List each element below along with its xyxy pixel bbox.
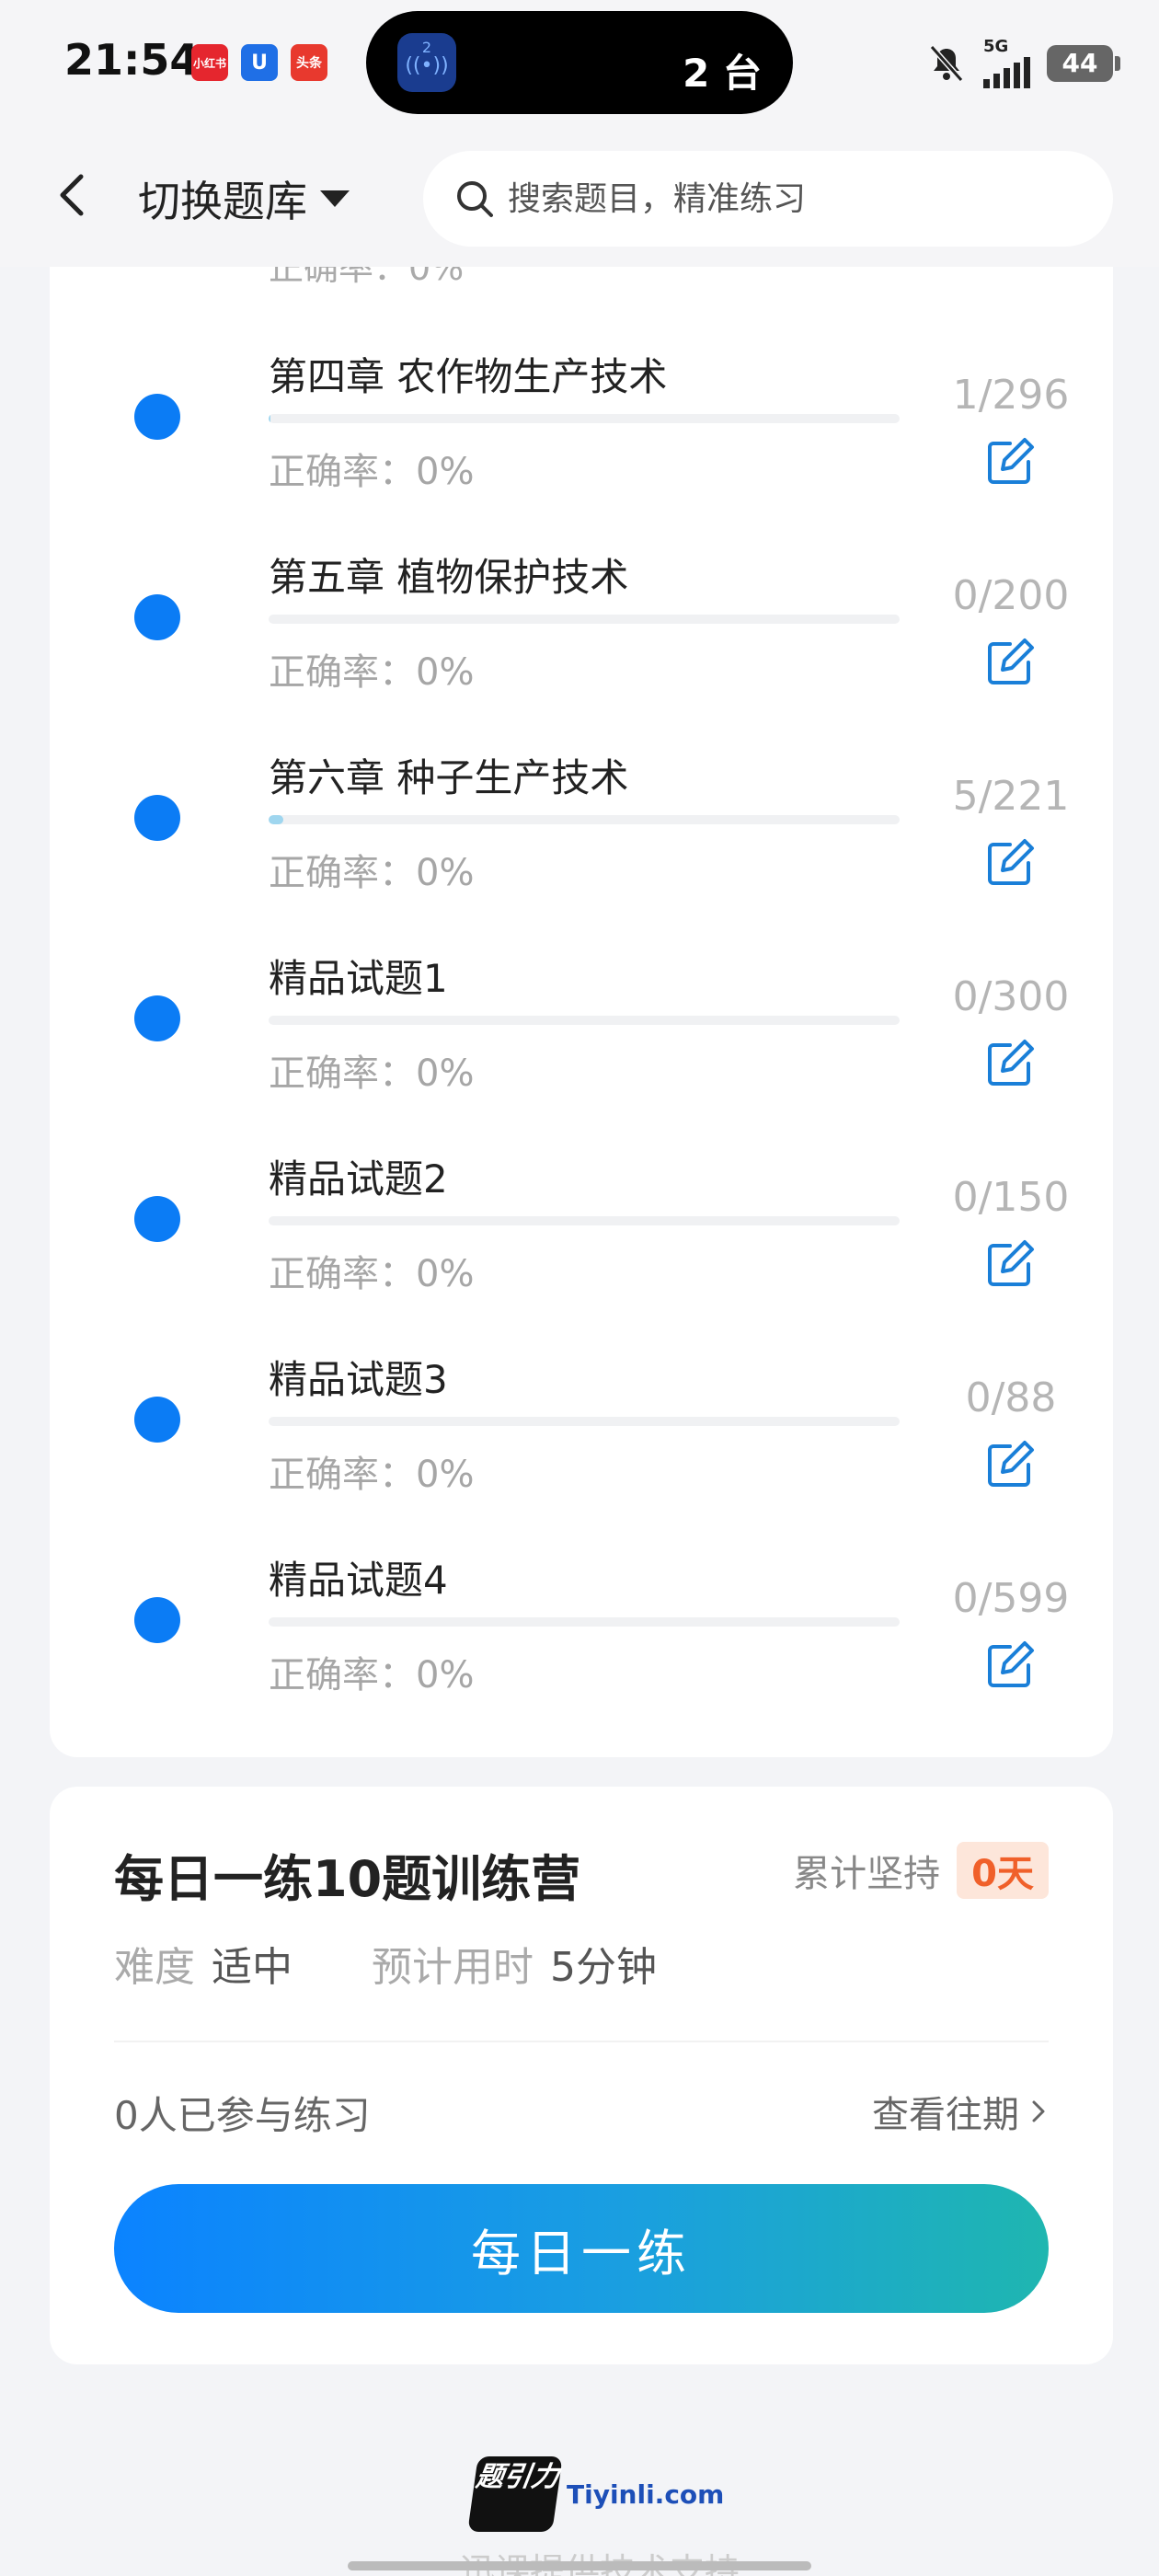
progress-bar <box>269 615 900 624</box>
edit-practice-icon[interactable] <box>982 1437 1038 1492</box>
chapter-progress-count: 0/300 <box>952 973 1070 1020</box>
edit-practice-icon[interactable] <box>982 1236 1038 1292</box>
divider <box>114 2041 1049 2042</box>
edit-practice-icon[interactable] <box>982 1638 1038 1693</box>
chapter-accuracy: 正确率：0% <box>269 1253 475 1295</box>
chapter-dot-icon <box>134 1397 180 1443</box>
chapter-accuracy: 正确率：0% <box>269 651 475 694</box>
daily-practice-button[interactable]: 每日一练 <box>114 2184 1049 2313</box>
daily-practice-title: 每日一练10题训练营 <box>114 1850 581 1908</box>
daily-practice-card: 每日一练10题训练营 累计坚持 0天 难度 适中 预计用时 5分钟 0人已参与练… <box>50 1787 1113 2364</box>
island-device-count: 2 台 <box>683 51 762 96</box>
chapter-title: 第五章 植物保护技术 <box>269 555 629 600</box>
time-label: 预计用时 <box>372 1944 534 1991</box>
cellular-signal: 5G <box>983 39 1030 88</box>
battery-icon: 44 <box>1047 45 1120 82</box>
chapter-row[interactable]: 精品试题2 正确率：0% 0/150 <box>50 1128 1113 1328</box>
edit-practice-icon[interactable] <box>982 434 1038 489</box>
chapter-accuracy: 正确率：0% <box>269 852 475 894</box>
participants-count: 0人已参与练习 <box>114 2093 371 2138</box>
chapter-title: 精品试题4 <box>269 1558 448 1603</box>
top-nav: 切换题库 <box>0 129 1159 267</box>
accuracy-partial: 正确率：0% <box>269 267 465 288</box>
chapter-progress-count: 0/88 <box>965 1374 1057 1421</box>
chapter-row[interactable]: 精品试题4 正确率：0% 0/599 <box>50 1529 1113 1730</box>
streak: 累计坚持 0天 <box>793 1842 1049 1899</box>
streak-badge: 0天 <box>957 1842 1049 1899</box>
daily-meta: 难度 适中 预计用时 5分钟 <box>114 1934 736 1993</box>
chapter-list: 正确率：0% 第四章 农作物生产技术 正确率：0% 1/296 第五章 植物保护… <box>50 267 1113 1757</box>
streak-label: 累计坚持 <box>793 1853 941 1895</box>
chapter-title: 精品试题2 <box>269 1156 448 1202</box>
status-icons: 5G 44 <box>926 39 1120 88</box>
search-bar[interactable] <box>423 151 1113 247</box>
chapter-dot-icon <box>134 995 180 1041</box>
chevron-right-icon <box>1032 2100 1045 2122</box>
status-bar: 21:54 小红书 U 头条 2 ((•)) 2 台 5G 44 <box>0 0 1159 129</box>
clock: 21:54 <box>64 35 200 85</box>
progress-bar <box>269 1617 900 1627</box>
search-input[interactable] <box>508 179 1060 218</box>
switch-question-bank-button[interactable]: 切换题库 <box>138 166 350 232</box>
edit-practice-icon[interactable] <box>982 835 1038 891</box>
tech-support-note: 迅课提供技术支持 <box>460 2543 740 2576</box>
progress-bar <box>269 815 900 824</box>
xiaohongshu-app-icon: 小红书 <box>191 44 228 81</box>
tiyinli-logo-icon: 题引力 <box>467 2456 563 2532</box>
bell-off-icon <box>929 45 964 82</box>
chapter-progress-count: 1/296 <box>952 372 1070 419</box>
progress-bar <box>269 1417 900 1426</box>
chapter-dot-icon <box>134 1196 180 1242</box>
view-history-link[interactable]: 查看往期 <box>872 2085 1049 2138</box>
chapter-row[interactable]: 第四章 农作物生产技术 正确率：0% 1/296 <box>50 326 1113 526</box>
edit-practice-icon[interactable] <box>982 635 1038 690</box>
chapter-title: 第四章 农作物生产技术 <box>269 354 668 399</box>
chapter-title: 第六章 种子生产技术 <box>269 755 629 800</box>
progress-bar <box>269 1216 900 1225</box>
caret-down-icon <box>320 190 350 207</box>
dynamic-island[interactable]: 2 ((•)) 2 台 <box>366 11 793 114</box>
chapter-row[interactable]: 精品试题1 正确率：0% 0/300 <box>50 927 1113 1128</box>
search-icon <box>457 181 493 217</box>
chapter-title: 精品试题1 <box>269 956 448 1001</box>
network-type: 5G <box>983 37 1009 56</box>
home-indicator[interactable] <box>348 2561 811 2570</box>
chapter-row[interactable]: 第五章 植物保护技术 正确率：0% 0/200 <box>50 526 1113 727</box>
chapter-progress-count: 0/200 <box>952 572 1070 619</box>
view-history-label: 查看往期 <box>872 2094 1019 2136</box>
footer-logo: 题引力 Tiyinli.com <box>467 2456 725 2532</box>
difficulty-label: 难度 <box>114 1944 195 1991</box>
difficulty-value: 适中 <box>212 1944 293 1991</box>
chapter-dot-icon <box>134 1597 180 1643</box>
site-url: Tiyinli.com <box>567 2478 725 2510</box>
chapter-accuracy: 正确率：0% <box>269 1052 475 1095</box>
chapter-progress-count: 0/150 <box>952 1174 1070 1221</box>
progress-fill <box>269 414 271 423</box>
chapter-row[interactable]: 第六章 种子生产技术 正确率：0% 5/221 <box>50 727 1113 927</box>
signal-bars-icon <box>983 55 1030 88</box>
toutiao-app-icon: 头条 <box>291 44 327 81</box>
back-arrow-icon[interactable] <box>46 167 101 223</box>
chapter-dot-icon <box>134 594 180 640</box>
chapter-row[interactable]: 精品试题3 正确率：0% 0/88 <box>50 1328 1113 1529</box>
chapter-accuracy: 正确率：0% <box>269 1654 475 1696</box>
u-app-icon: U <box>241 44 278 81</box>
progress-bar <box>269 414 900 423</box>
time-value: 5分钟 <box>550 1944 657 1991</box>
edit-practice-icon[interactable] <box>982 1036 1038 1091</box>
switch-bank-label: 切换题库 <box>138 177 307 226</box>
chapter-title: 精品试题3 <box>269 1357 448 1402</box>
chapter-dot-icon <box>134 795 180 841</box>
progress-fill <box>269 815 283 824</box>
chapter-progress-count: 0/599 <box>952 1575 1070 1622</box>
chapter-progress-count: 5/221 <box>952 773 1070 820</box>
chapter-accuracy: 正确率：0% <box>269 451 475 493</box>
chapter-accuracy: 正确率：0% <box>269 1454 475 1496</box>
broadcast-icon: 2 ((•)) <box>397 33 456 92</box>
progress-bar <box>269 1016 900 1025</box>
chapter-dot-icon <box>134 394 180 440</box>
